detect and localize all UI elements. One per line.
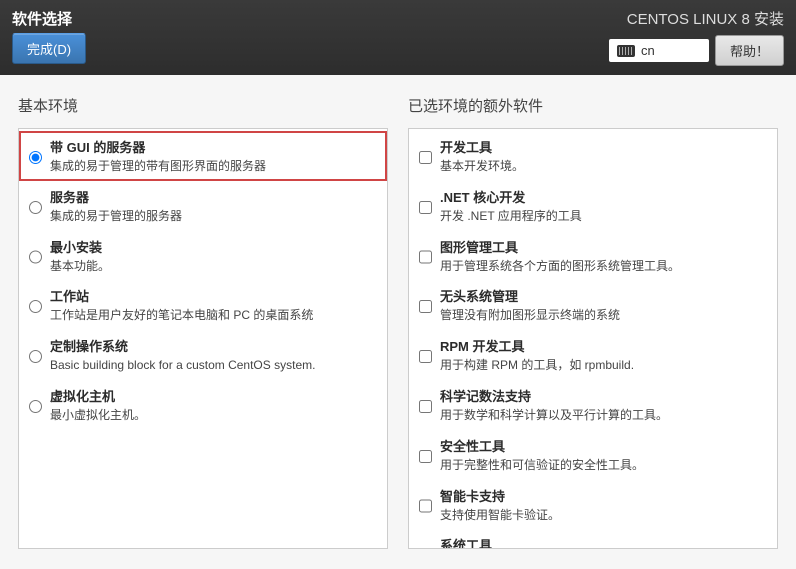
base-env-item[interactable]: 定制操作系统 Basic building block for a custom … (19, 330, 387, 380)
addon-software-column: 已选环境的额外软件 开发工具基本开发环境。 .NET 核心开发开发 .NET 应用… (408, 95, 778, 549)
option-desc: 基本开发环境。 (440, 158, 524, 175)
addon-checkbox[interactable] (419, 240, 432, 275)
keyboard-layout-indicator[interactable]: cn (609, 39, 709, 62)
option-text: 最小安装基本功能。 (50, 237, 110, 275)
keyboard-layout-label: cn (641, 43, 655, 58)
topbar-left: 软件选择 完成(D) (12, 8, 86, 75)
option-text: 定制操作系统 Basic building block for a custom … (50, 336, 315, 374)
addon-item[interactable]: 图形管理工具用于管理系统各个方面的图形系统管理工具。 (409, 231, 777, 281)
option-name: 虚拟化主机 (50, 386, 146, 405)
option-text: 服务器集成的易于管理的服务器 (50, 187, 182, 225)
page-title: 软件选择 (12, 8, 86, 29)
base-env-list[interactable]: 带 GUI 的服务器集成的易于管理的带有图形界面的服务器服务器集成的易于管理的服… (18, 128, 388, 549)
option-desc: 最小虚拟化主机。 (50, 407, 146, 424)
base-env-item[interactable]: 最小安装基本功能。 (19, 231, 387, 281)
addon-checkbox[interactable] (419, 140, 432, 175)
addon-checkbox[interactable] (419, 489, 432, 524)
base-env-item[interactable]: 工作站工作站是用户友好的笔记本电脑和 PC 的桌面系统 (19, 280, 387, 330)
option-name: 带 GUI 的服务器 (50, 137, 266, 156)
option-desc: 集成的易于管理的带有图形界面的服务器 (50, 158, 266, 175)
option-name: 开发工具 (440, 137, 524, 156)
addon-item[interactable]: 开发工具基本开发环境。 (409, 131, 777, 181)
option-text: 带 GUI 的服务器集成的易于管理的带有图形界面的服务器 (50, 137, 266, 175)
base-env-item[interactable]: 虚拟化主机最小虚拟化主机。 (19, 380, 387, 430)
addon-checkbox[interactable] (419, 538, 432, 549)
option-text: 无头系统管理管理没有附加图形显示终端的系统 (440, 286, 620, 324)
base-environment-column: 基本环境 带 GUI 的服务器集成的易于管理的带有图形界面的服务器服务器集成的易… (18, 95, 388, 549)
addon-checkbox[interactable] (419, 339, 432, 374)
addon-checkbox[interactable] (419, 190, 432, 225)
base-env-radio[interactable] (29, 190, 42, 225)
option-text: RPM 开发工具用于构建 RPM 的工具，如 rpmbuild. (440, 336, 634, 374)
option-desc: 用于管理系统各个方面的图形系统管理工具。 (440, 258, 680, 275)
addon-item[interactable]: 智能卡支持支持使用智能卡验证。 (409, 480, 777, 530)
base-env-radio[interactable] (29, 339, 42, 374)
option-desc: 工作站是用户友好的笔记本电脑和 PC 的桌面系统 (50, 307, 313, 324)
option-name: 服务器 (50, 187, 182, 206)
top-bar: 软件选择 完成(D) CENTOS LINUX 8 安装 cn 帮助！ (0, 0, 796, 75)
base-env-radio[interactable] (29, 289, 42, 324)
option-desc: Basic building block for a custom CentOS… (50, 357, 315, 374)
content-area: 基本环境 带 GUI 的服务器集成的易于管理的带有图形界面的服务器服务器集成的易… (0, 75, 796, 569)
option-desc: 基本功能。 (50, 258, 110, 275)
addon-item[interactable]: 系统工具这组软件包是各类系统工具的集合，如：连接 SMB 共享的客户；监控网络交… (409, 529, 777, 549)
option-name: 工作站 (50, 286, 313, 305)
base-env-radio[interactable] (29, 240, 42, 275)
option-desc: 用于构建 RPM 的工具，如 rpmbuild. (440, 357, 634, 374)
option-text: 开发工具基本开发环境。 (440, 137, 524, 175)
addon-checkbox[interactable] (419, 289, 432, 324)
option-desc: 开发 .NET 应用程序的工具 (440, 208, 582, 225)
option-desc: 支持使用智能卡验证。 (440, 507, 560, 524)
addon-checkbox[interactable] (419, 389, 432, 424)
base-env-radio[interactable] (29, 389, 42, 424)
topbar-right: CENTOS LINUX 8 安装 cn 帮助！ (609, 8, 784, 75)
option-text: 工作站工作站是用户友好的笔记本电脑和 PC 的桌面系统 (50, 286, 313, 324)
base-env-item[interactable]: 带 GUI 的服务器集成的易于管理的带有图形界面的服务器 (19, 131, 387, 181)
keyboard-icon (617, 45, 635, 57)
topbar-right-row: cn 帮助！ (609, 35, 784, 66)
addon-item[interactable]: 科学记数法支持用于数学和科学计算以及平行计算的工具。 (409, 380, 777, 430)
installer-title: CENTOS LINUX 8 安装 (627, 8, 784, 29)
option-desc: 集成的易于管理的服务器 (50, 208, 182, 225)
addon-item[interactable]: .NET 核心开发开发 .NET 应用程序的工具 (409, 181, 777, 231)
option-name: 图形管理工具 (440, 237, 680, 256)
option-name: 定制操作系统 (50, 336, 315, 355)
option-text: 系统工具这组软件包是各类系统工具的集合，如：连接 SMB 共享的客户；监控网络交… (440, 535, 767, 549)
option-text: 安全性工具用于完整性和可信验证的安全性工具。 (440, 436, 644, 474)
done-button[interactable]: 完成(D) (12, 33, 86, 64)
option-name: 安全性工具 (440, 436, 644, 455)
option-desc: 用于完整性和可信验证的安全性工具。 (440, 457, 644, 474)
addon-item[interactable]: 安全性工具用于完整性和可信验证的安全性工具。 (409, 430, 777, 480)
option-name: 智能卡支持 (440, 486, 560, 505)
option-name: 无头系统管理 (440, 286, 620, 305)
option-name: .NET 核心开发 (440, 187, 582, 206)
option-desc: 用于数学和科学计算以及平行计算的工具。 (440, 407, 668, 424)
option-text: .NET 核心开发开发 .NET 应用程序的工具 (440, 187, 582, 225)
addon-item[interactable]: 无头系统管理管理没有附加图形显示终端的系统 (409, 280, 777, 330)
option-name: RPM 开发工具 (440, 336, 634, 355)
option-name: 系统工具 (440, 535, 767, 549)
option-text: 科学记数法支持用于数学和科学计算以及平行计算的工具。 (440, 386, 668, 424)
option-text: 图形管理工具用于管理系统各个方面的图形系统管理工具。 (440, 237, 680, 275)
option-text: 虚拟化主机最小虚拟化主机。 (50, 386, 146, 424)
option-name: 最小安装 (50, 237, 110, 256)
base-env-item[interactable]: 服务器集成的易于管理的服务器 (19, 181, 387, 231)
option-name: 科学记数法支持 (440, 386, 668, 405)
help-button[interactable]: 帮助！ (715, 35, 784, 66)
addon-item[interactable]: RPM 开发工具用于构建 RPM 的工具，如 rpmbuild. (409, 330, 777, 380)
addon-checkbox[interactable] (419, 439, 432, 474)
base-env-title: 基本环境 (18, 95, 388, 116)
option-desc: 管理没有附加图形显示终端的系统 (440, 307, 620, 324)
base-env-radio[interactable] (29, 140, 42, 175)
option-text: 智能卡支持支持使用智能卡验证。 (440, 486, 560, 524)
addon-list[interactable]: 开发工具基本开发环境。 .NET 核心开发开发 .NET 应用程序的工具图形管理工… (408, 128, 778, 549)
addon-title: 已选环境的额外软件 (408, 95, 778, 116)
